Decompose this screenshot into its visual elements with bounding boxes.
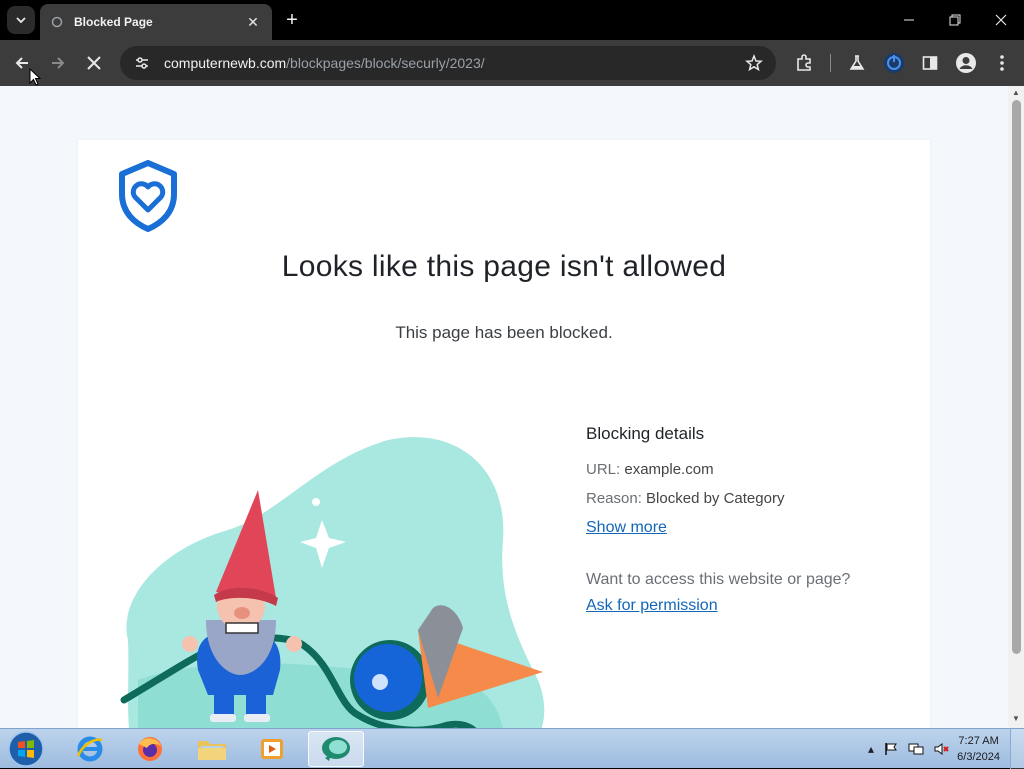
gnome-illustration [120, 437, 545, 728]
scroll-thumb[interactable] [1012, 100, 1021, 654]
taskbar-clock[interactable]: 7:27 AM 6/3/2024 [957, 733, 1000, 765]
restore-button[interactable] [932, 0, 978, 40]
ask-permission-link[interactable]: Ask for permission [586, 597, 906, 615]
minimize-icon [904, 19, 914, 21]
browser-titlebar: Blocked Page ✕ + [0, 0, 1024, 40]
kebab-menu-icon [1000, 55, 1004, 71]
scroll-up-icon[interactable]: ▲ [1011, 88, 1021, 98]
url-path: /blockpages/block/securly/2023/ [286, 55, 485, 71]
volume-muted-icon[interactable] [934, 742, 950, 756]
extensions-button[interactable] [790, 49, 818, 77]
shield-heart-logo-icon [119, 160, 177, 232]
show-desktop-button[interactable] [1010, 729, 1024, 769]
page-scrollbar[interactable]: ▲ ▼ [1008, 86, 1024, 728]
url-host: computernewb.com [164, 55, 287, 71]
system-tray: ▴ [868, 739, 950, 759]
tab-search-button[interactable] [7, 6, 35, 34]
page-subtitle: This page has been blocked. [395, 323, 613, 342]
taskbar-firefox[interactable] [122, 731, 178, 767]
avatar-icon [956, 53, 976, 73]
page-title: Looks like this page isn't allowed [281, 250, 727, 283]
side-panel-button[interactable] [916, 49, 944, 77]
url-value: example.com [624, 461, 714, 478]
tab-close-icon[interactable]: ✕ [244, 13, 262, 31]
internet-explorer-icon [76, 736, 103, 762]
site-info-icon[interactable] [132, 53, 152, 73]
block-card: Looks like this page isn't allowed This … [78, 140, 930, 728]
tab-title: Blocked Page [74, 15, 153, 29]
favicon-icon [50, 15, 64, 29]
close-icon [995, 14, 1007, 26]
scroll-down-icon[interactable]: ▼ [1011, 714, 1021, 724]
firefox-icon [138, 737, 162, 761]
stop-icon [87, 56, 101, 70]
action-center-flag-icon[interactable] [884, 742, 898, 756]
network-icon[interactable] [908, 742, 924, 756]
menu-button[interactable] [988, 49, 1016, 77]
bookmark-star-icon[interactable] [744, 53, 764, 73]
arrow-right-icon [52, 57, 65, 69]
clock-date: 6/3/2024 [957, 751, 1000, 763]
access-question: Want to access this website or page? [586, 571, 851, 588]
puzzle-icon [797, 54, 811, 71]
mouse-cursor-icon [29, 68, 41, 86]
chevron-down-icon [16, 17, 26, 24]
stop-loading-button[interactable] [80, 49, 108, 77]
windows-taskbar: ▴ 7:27 AM 6/3/2024 [0, 728, 1024, 769]
active-app-icon [322, 737, 350, 761]
address-bar[interactable]: computernewb.com/blockpages/block/securl… [120, 46, 776, 80]
blocking-details: Blocking details URL: example.com Reason… [586, 424, 906, 615]
reason-label: Reason: [586, 490, 642, 507]
toolbar-divider [830, 54, 831, 72]
taskbar-file-explorer[interactable] [184, 731, 240, 767]
taskbar-media-player[interactable] [244, 731, 300, 767]
power-icon [884, 53, 904, 73]
profile-button[interactable] [952, 49, 980, 77]
extension-power-button[interactable] [880, 49, 908, 77]
media-player-icon [261, 739, 283, 759]
show-hidden-icons-icon[interactable]: ▴ [868, 742, 874, 756]
flask-icon [849, 55, 865, 70]
side-panel-icon [922, 56, 938, 70]
url-label: URL: [586, 461, 621, 478]
folder-icon [198, 741, 226, 760]
labs-button[interactable] [843, 49, 871, 77]
detail-reason-row: Reason: Blocked by Category [586, 490, 906, 507]
restore-icon [949, 14, 961, 26]
taskbar-active-app[interactable] [308, 731, 364, 767]
browser-toolbar: computernewb.com/blockpages/block/securl… [0, 40, 1024, 86]
windows-logo-icon [8, 731, 44, 767]
taskbar-internet-explorer[interactable] [62, 731, 118, 767]
detail-url-row: URL: example.com [586, 461, 906, 478]
page-viewport: Looks like this page isn't allowed This … [0, 86, 1024, 728]
forward-button[interactable] [44, 49, 72, 77]
minimize-button[interactable] [886, 0, 932, 40]
clock-time: 7:27 AM [958, 735, 999, 747]
start-button[interactable] [6, 731, 46, 767]
reason-value: Blocked by Category [646, 490, 785, 507]
close-window-button[interactable] [978, 0, 1024, 40]
tab-blocked-page[interactable]: Blocked Page ✕ [40, 4, 272, 40]
show-more-link[interactable]: Show more [586, 519, 667, 536]
new-tab-button[interactable]: + [282, 10, 302, 30]
details-title: Blocking details [586, 424, 705, 443]
